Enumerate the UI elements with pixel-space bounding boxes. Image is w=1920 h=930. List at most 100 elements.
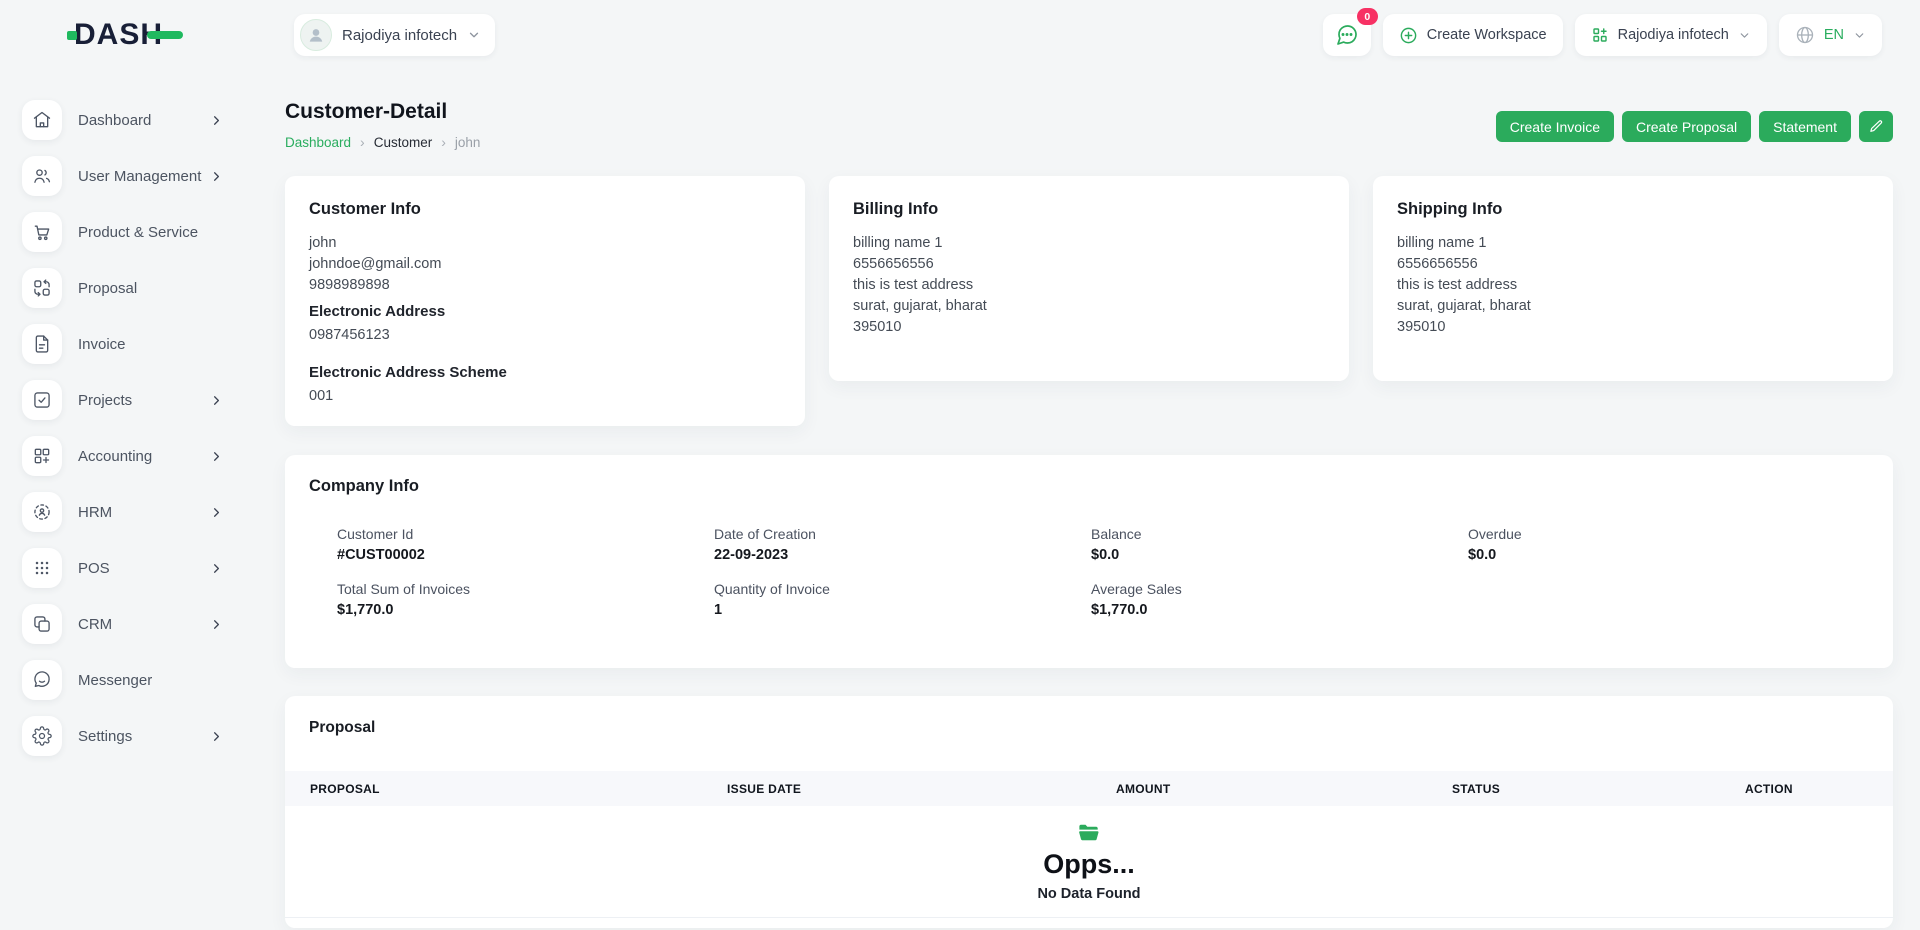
shipping-city-state-country: surat, gujarat, bharat — [1397, 296, 1869, 317]
customer-name: john — [309, 233, 781, 254]
breadcrumb-separator: › — [360, 134, 365, 150]
main-content: Customer-Detail Dashboard › Customer › j… — [285, 70, 1893, 930]
workspace-selector[interactable]: Rajodiya infotech — [294, 14, 495, 56]
cart-icon — [22, 212, 62, 252]
company-field: Total Sum of Invoices $1,770.0 — [337, 581, 714, 618]
workspace-dropdown[interactable]: Rajodiya infotech — [1575, 14, 1767, 56]
copy-icon — [22, 604, 62, 644]
billing-info-card: Billing Info billing name 1 6556656556 t… — [829, 176, 1349, 381]
customer-phone: 9898989898 — [309, 275, 781, 296]
pencil-icon — [1869, 119, 1884, 134]
sidebar-item-settings[interactable]: Settings — [0, 708, 250, 764]
company-field: Date of Creation 22-09-2023 — [714, 526, 1091, 563]
workspace-dropdown-label: Rajodiya infotech — [1618, 27, 1729, 43]
circle-plus-icon — [1399, 26, 1418, 45]
breadcrumb-dashboard-link[interactable]: Dashboard — [285, 135, 351, 150]
company-field: Overdue $0.0 — [1468, 526, 1845, 563]
messages-button[interactable]: 0 — [1323, 14, 1371, 56]
sidebar-item-pos[interactable]: POS — [0, 540, 250, 596]
top-header: DASH Rajodiya infotech 0 Create Works — [0, 0, 1920, 70]
users-icon — [22, 156, 62, 196]
sidebar-item-user-management[interactable]: User Management — [0, 148, 250, 204]
sidebar-item-label: HRM — [78, 504, 112, 521]
sidebar-item-label: Invoice — [78, 336, 126, 353]
column-header-action: ACTION — [1745, 782, 1893, 796]
workspace-name: Rajodiya infotech — [342, 27, 457, 44]
sidebar-item-label: CRM — [78, 616, 112, 633]
create-invoice-button[interactable]: Create Invoice — [1496, 111, 1614, 142]
sidebar-nav: Dashboard User Management Product & Serv… — [0, 70, 250, 930]
statement-button[interactable]: Statement — [1759, 111, 1851, 142]
language-code: EN — [1824, 27, 1844, 43]
chevron-right-icon — [209, 617, 224, 632]
chat-icon — [22, 660, 62, 700]
sidebar-item-accounting[interactable]: Accounting — [0, 428, 250, 484]
shipping-name: billing name 1 — [1397, 233, 1869, 254]
create-proposal-button[interactable]: Create Proposal — [1622, 111, 1751, 142]
sidebar-item-messenger[interactable]: Messenger — [0, 652, 250, 708]
globe-icon — [1795, 25, 1815, 45]
column-header-status: STATUS — [1452, 782, 1745, 796]
sidebar-item-projects[interactable]: Projects — [0, 372, 250, 428]
avatar — [300, 19, 332, 51]
proposal-table-card: Proposal PROPOSAL ISSUE DATE AMOUNT STAT… — [285, 696, 1893, 928]
chevron-right-icon — [209, 113, 224, 128]
billing-zip: 395010 — [853, 317, 1325, 338]
proposal-table-header: PROPOSAL ISSUE DATE AMOUNT STATUS ACTION — [285, 771, 1893, 806]
proposal-section-title: Proposal — [285, 696, 1893, 738]
breadcrumb-customer-link[interactable]: Customer — [374, 135, 433, 150]
chevron-right-icon — [209, 505, 224, 520]
sidebar-item-proposal[interactable]: Proposal — [0, 260, 250, 316]
empty-state-title: Opps... — [285, 848, 1893, 880]
billing-city-state-country: surat, gujarat, bharat — [853, 296, 1325, 317]
shipping-zip: 395010 — [1397, 317, 1869, 338]
chevron-right-icon — [209, 449, 224, 464]
empty-state: Opps... No Data Found — [285, 806, 1893, 918]
sidebar-item-dashboard[interactable]: Dashboard — [0, 92, 250, 148]
electronic-address-label: Electronic Address — [309, 303, 781, 320]
card-title: Customer Info — [309, 200, 781, 219]
dots-grid-icon — [22, 548, 62, 588]
chevron-down-icon — [467, 28, 481, 42]
chevron-right-icon — [209, 169, 224, 184]
shipping-phone: 6556656556 — [1397, 254, 1869, 275]
sidebar-item-crm[interactable]: CRM — [0, 596, 250, 652]
sidebar-item-product-service[interactable]: Product & Service — [0, 204, 250, 260]
check-square-icon — [22, 380, 62, 420]
column-header-amount: AMOUNT — [1116, 782, 1452, 796]
sidebar-item-hrm[interactable]: HRM — [0, 484, 250, 540]
company-info-card: Company Info Customer Id #CUST00002 Date… — [285, 455, 1893, 668]
card-title: Shipping Info — [1397, 200, 1869, 219]
language-selector[interactable]: EN — [1779, 14, 1882, 56]
chevron-right-icon — [209, 393, 224, 408]
transform-icon — [22, 268, 62, 308]
billing-name: billing name 1 — [853, 233, 1325, 254]
sidebar-item-invoice[interactable]: Invoice — [0, 316, 250, 372]
empty-state-message: No Data Found — [285, 886, 1893, 902]
grid-plus-icon — [22, 436, 62, 476]
file-icon — [22, 324, 62, 364]
logo-dash-accent — [147, 31, 183, 39]
company-field: Balance $0.0 — [1091, 526, 1468, 563]
sidebar-item-label: Proposal — [78, 280, 137, 297]
brand-logo[interactable]: DASH — [0, 0, 250, 70]
customer-info-card: Customer Info john johndoe@gmail.com 989… — [285, 176, 805, 426]
electronic-address-scheme-label: Electronic Address Scheme — [309, 364, 781, 381]
create-workspace-button[interactable]: Create Workspace — [1383, 14, 1563, 56]
shipping-address: this is test address — [1397, 275, 1869, 296]
chevron-down-icon — [1853, 29, 1866, 42]
chevron-right-icon — [209, 561, 224, 576]
company-field: Quantity of Invoice 1 — [714, 581, 1091, 618]
sidebar-item-label: Accounting — [78, 448, 152, 465]
billing-address: this is test address — [853, 275, 1325, 296]
sidebar-item-label: Messenger — [78, 672, 152, 689]
electronic-address-scheme-value: 001 — [309, 388, 781, 404]
logo-dot-accent — [67, 31, 77, 40]
sidebar-item-label: Dashboard — [78, 112, 151, 129]
edit-customer-button[interactable] — [1859, 111, 1893, 142]
page-title: Customer-Detail — [285, 100, 480, 124]
sidebar-item-label: User Management — [78, 168, 201, 185]
gear-icon — [22, 716, 62, 756]
breadcrumb: Dashboard › Customer › john — [285, 134, 480, 150]
chevron-down-icon — [1738, 29, 1751, 42]
